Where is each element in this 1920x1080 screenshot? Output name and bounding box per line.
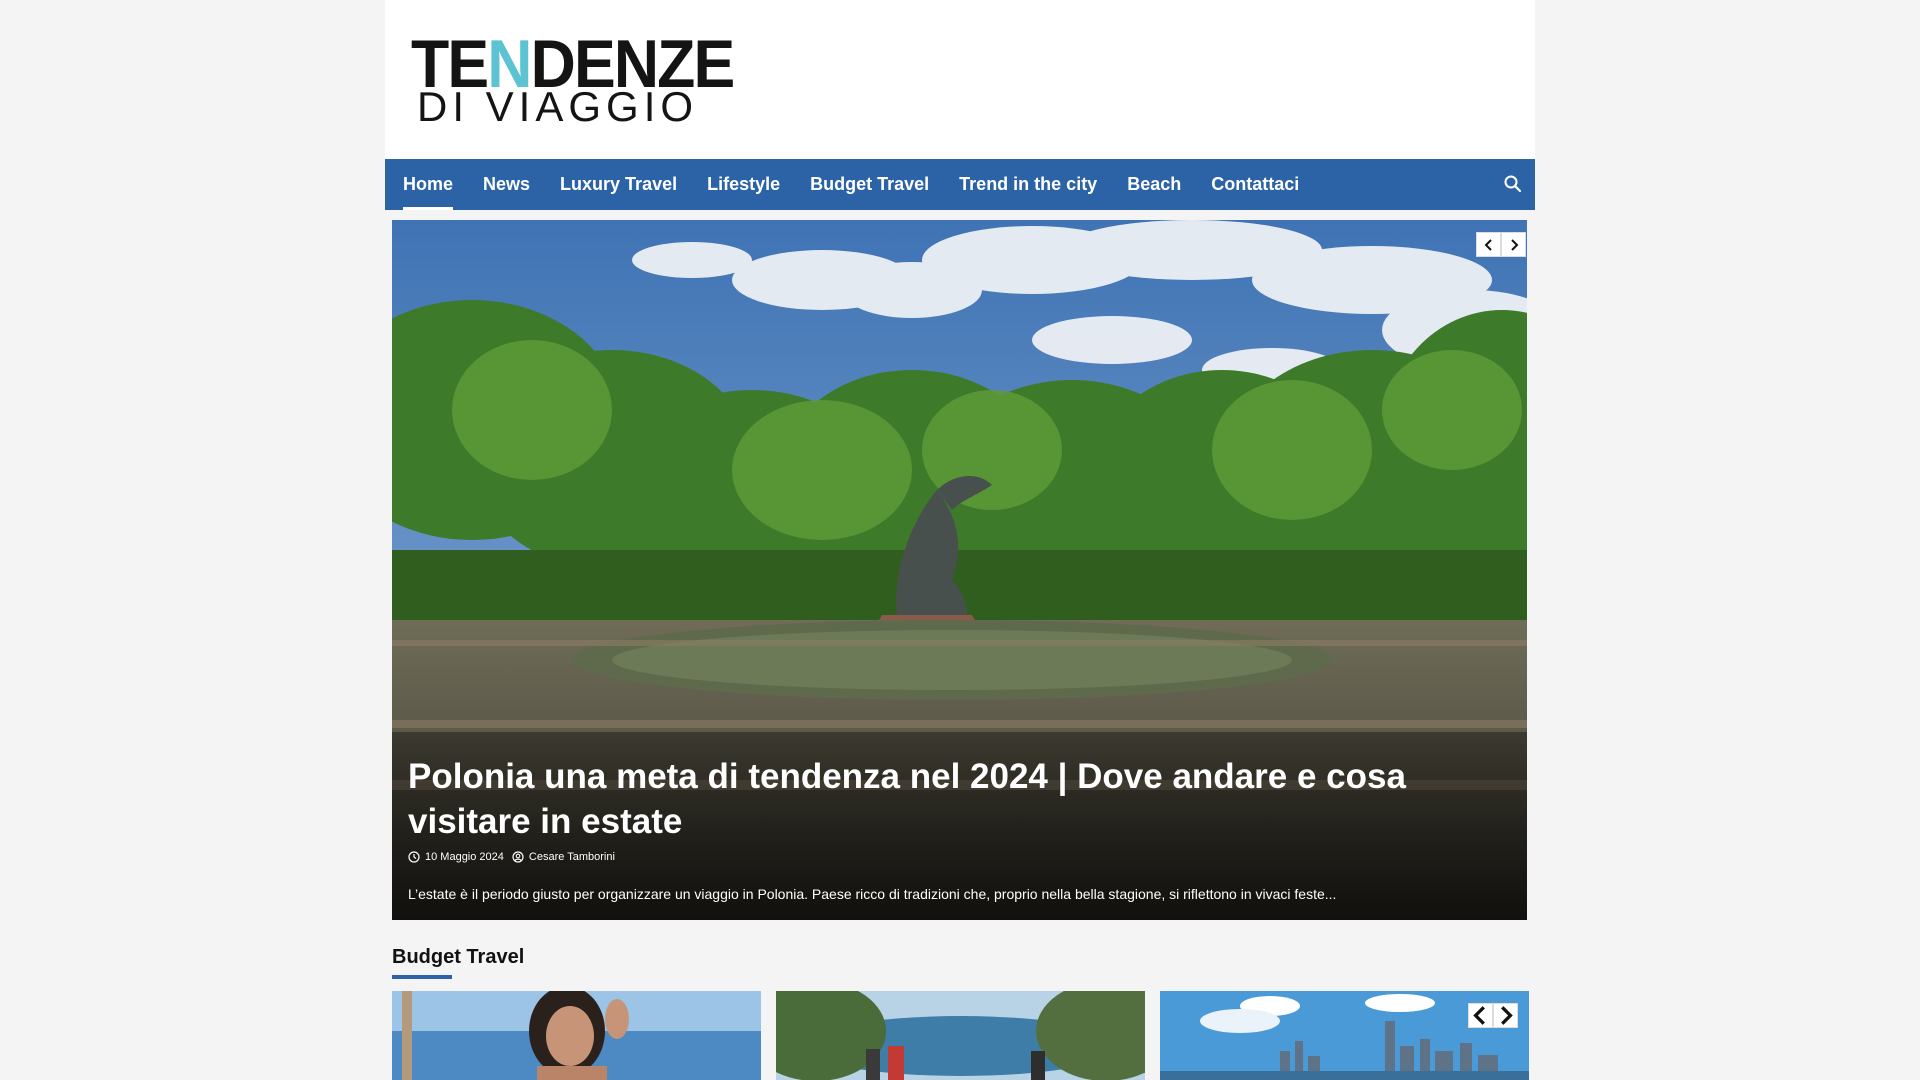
main-navigation: Home News Luxury Travel Lifestyle Budget… (385, 159, 1535, 210)
clock-icon (408, 851, 420, 863)
page: TENDENZE DI VIAGGIO Home News Luxury Tra… (385, 0, 1535, 1080)
post-date[interactable]: 10 Maggio 2024 (425, 851, 504, 863)
next-card-button[interactable] (1493, 1003, 1518, 1028)
prev-slide-button[interactable] (1476, 232, 1501, 257)
section-title-budget-travel: Budget Travel (392, 946, 525, 968)
nav-item-home[interactable]: Home (403, 159, 454, 210)
next-slide-button[interactable] (1501, 232, 1526, 257)
chevron-left-icon (1484, 238, 1492, 251)
post-card[interactable] (1160, 991, 1529, 1080)
post-author[interactable]: Cesare Tamborini (529, 851, 615, 863)
nav-item-lifestyle[interactable]: Lifestyle (707, 159, 780, 210)
card-slider-arrows (1468, 1003, 1518, 1028)
post-card[interactable] (776, 991, 1145, 1080)
lake-hikers-photo (776, 991, 1145, 1080)
post-card[interactable] (392, 991, 761, 1080)
hero-meta: 10 Maggio 2024 Cesare Tamborini (408, 851, 615, 863)
featured-slider[interactable]: Polonia una meta di tendenza nel 2024 | … (392, 220, 1527, 920)
nav-item-beach[interactable]: Beach (1127, 159, 1181, 210)
site-header: TENDENZE DI VIAGGIO (385, 0, 1535, 159)
chevron-right-icon (1510, 238, 1518, 251)
hero-excerpt: L’estate è il periodo giusto per organiz… (408, 886, 1337, 902)
chevron-right-icon (1501, 1006, 1513, 1025)
chevron-left-icon (1473, 1006, 1485, 1025)
nav-item-news[interactable]: News (483, 159, 530, 210)
hero-title[interactable]: Polonia una meta di tendenza nel 2024 | … (408, 754, 1488, 844)
section-title-underline (392, 975, 452, 979)
nav-item-contattaci[interactable]: Contattaci (1211, 159, 1299, 210)
woman-beach-photo (392, 991, 761, 1080)
search-icon[interactable] (1503, 174, 1523, 194)
prev-card-button[interactable] (1468, 1003, 1493, 1028)
nav-item-trend-in-the-city[interactable]: Trend in the city (959, 159, 1097, 210)
nav-item-budget-travel[interactable]: Budget Travel (810, 159, 929, 210)
user-icon (512, 851, 524, 863)
hero-slider-arrows (1476, 232, 1526, 257)
logo-tagline: DI VIAGGIO (417, 83, 699, 130)
nav-item-luxury-travel[interactable]: Luxury Travel (560, 159, 677, 210)
site-logo[interactable]: TENDENZE DI VIAGGIO (411, 30, 735, 130)
